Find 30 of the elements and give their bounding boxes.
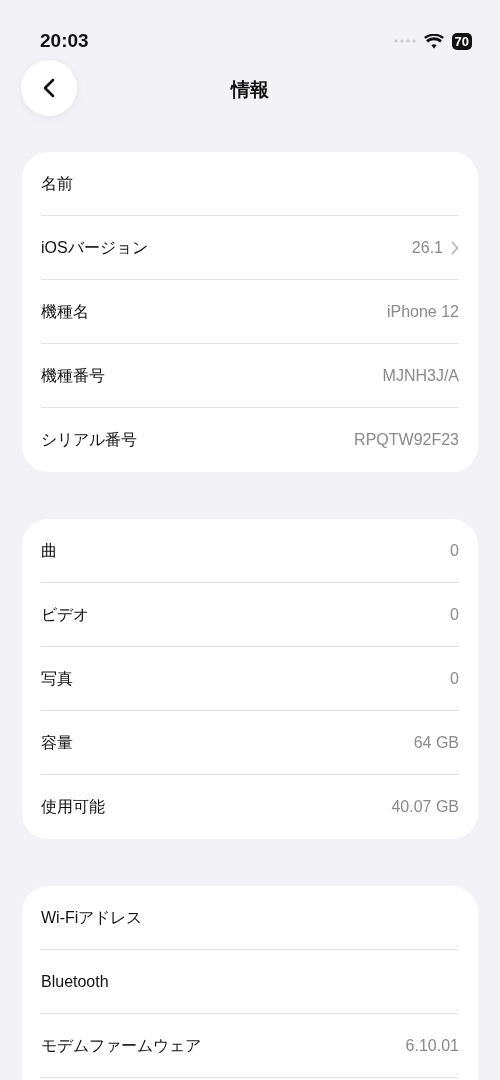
back-icon [43,78,55,98]
battery-level: 70 [451,32,472,50]
row-value: 26.1 [411,237,443,258]
wifi-icon [423,33,444,49]
row-value: iPhone 12 [386,301,459,322]
signal-icon [393,38,416,44]
row-label: 機種名 [41,301,89,322]
row-label: シリアル番号 [41,430,137,450]
row-value: 40.07 GB [391,797,459,817]
chevron-icon [451,240,459,255]
row-value: 64 GB [413,732,459,753]
row-label: Wi-Fiアドレス [41,907,143,928]
row-label: 使用可能 [41,797,105,817]
status-time: 20:03 [40,28,89,53]
row-value: 0 [450,668,459,689]
row-label: 機種番号 [41,365,105,386]
row-label: Bluetooth [41,971,109,992]
row-label: 曲 [41,540,57,561]
row-value: RPQTW92F23 [354,430,459,450]
row-value: 6.10.01 [405,1035,459,1056]
row-label: iOSバージョン [41,237,148,258]
row-label: ビデオ [41,604,89,625]
page-title: 情報 [231,78,269,102]
row-value: MJNH3J/A [382,365,459,386]
row-label: 容量 [41,732,73,753]
row-label: モデムファームウェア [41,1035,201,1056]
row-label: 写真 [41,668,73,689]
row-value: 0 [450,604,459,625]
row-value: 0 [450,540,459,561]
row-label: 名前 [41,173,73,194]
